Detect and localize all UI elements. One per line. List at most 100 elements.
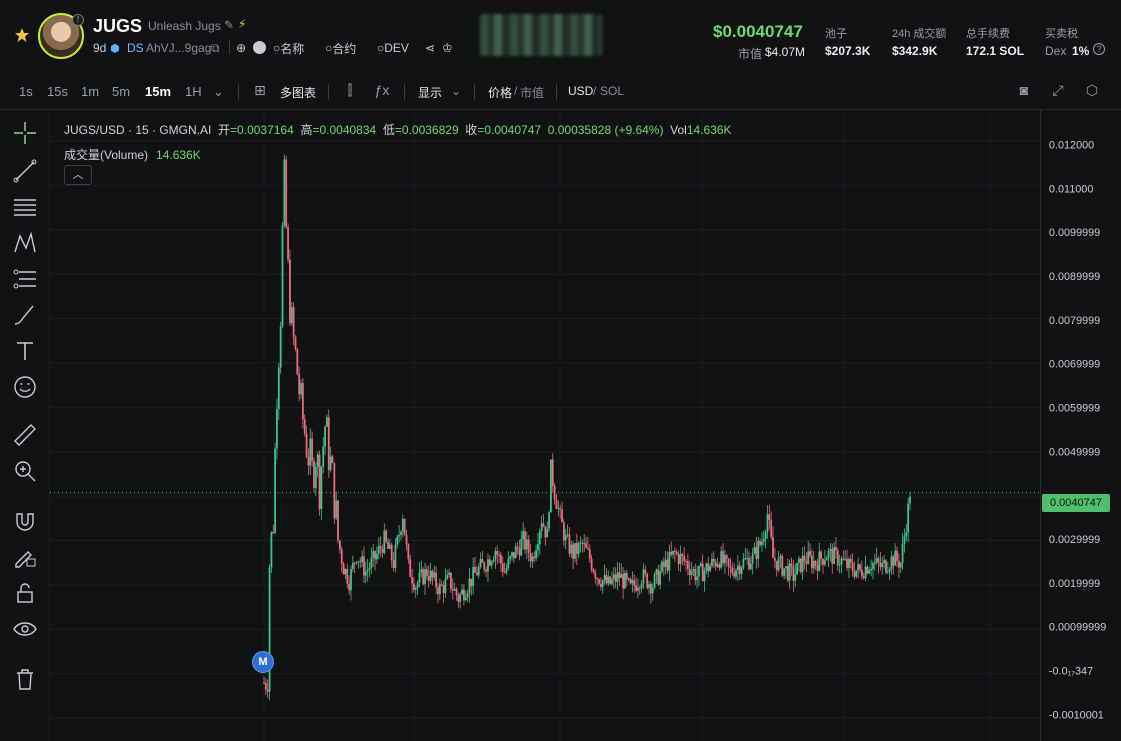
candle-body: [562, 522, 565, 541]
trend-line-icon[interactable]: [12, 158, 38, 184]
candle-body: [450, 572, 452, 590]
candle-body: [735, 570, 737, 577]
candle-body: [425, 569, 428, 577]
timeframe-15s[interactable]: 15s: [47, 84, 68, 99]
current-price-label: 0.0040747: [1042, 494, 1110, 512]
price-axis[interactable]: 0.012000 0.011000 0.0099999 0.0089999 0.0079…: [1040, 110, 1121, 741]
candle-body: [827, 550, 830, 558]
divider: [404, 84, 405, 100]
timeframe-dropdown-icon[interactable]: ⌄: [213, 84, 224, 100]
indicator-fx-icon[interactable]: ƒx: [372, 82, 392, 102]
candle-body: [531, 556, 534, 562]
candle-body: [542, 523, 545, 527]
candle-body: [722, 551, 724, 564]
crosshair-icon[interactable]: [12, 120, 38, 146]
ruler-icon[interactable]: [12, 422, 38, 448]
brush-icon[interactable]: [12, 302, 38, 328]
candle-body: [307, 456, 310, 466]
candle-body: [442, 585, 445, 593]
candlestick-chart[interactable]: [50, 110, 1040, 741]
candle-body: [727, 558, 730, 566]
search-contract-button[interactable]: ○ 合约: [325, 40, 356, 56]
candle-body: [311, 438, 314, 461]
candle-body: [905, 532, 908, 537]
collapse-legend-button[interactable]: ︿: [64, 165, 92, 185]
candle-body: [309, 438, 312, 466]
candle-body: [592, 569, 595, 573]
add-chart-icon[interactable]: ⊞: [250, 82, 270, 102]
candle-body: [448, 572, 451, 575]
candle-body: [438, 584, 441, 595]
timeframe-1s[interactable]: 1s: [19, 84, 33, 99]
timeframe-5m[interactable]: 5m: [112, 84, 130, 99]
share-icon[interactable]: ⋖: [425, 40, 435, 56]
candle-body: [707, 563, 710, 572]
candle-body: [481, 559, 484, 563]
settings-icon[interactable]: ⬡: [1082, 82, 1102, 102]
magnet-icon[interactable]: [12, 508, 38, 534]
divider: [328, 84, 329, 100]
candle-body: [387, 541, 389, 549]
edit-icon[interactable]: ✎: [224, 18, 234, 32]
candle-body: [620, 574, 623, 579]
globe-icon[interactable]: ⊕: [236, 40, 246, 56]
text-icon[interactable]: [12, 338, 38, 364]
candle-body: [409, 559, 412, 578]
display-dropdown[interactable]: 显示: [418, 84, 442, 101]
migration-marker[interactable]: M: [252, 651, 274, 673]
candle-body: [538, 531, 541, 545]
candle-body: [279, 326, 282, 368]
timeframe-1m[interactable]: 1m: [81, 84, 99, 99]
candle-body: [786, 566, 789, 581]
timeframe-1h[interactable]: 1H: [185, 84, 202, 99]
fullscreen-icon[interactable]: ⤢: [1048, 82, 1068, 102]
pattern-icon[interactable]: [12, 230, 38, 256]
search-dev-button[interactable]: ○ DEV: [377, 40, 409, 56]
candle-body: [289, 259, 291, 324]
contract-address[interactable]: AhVJ...9gag: [146, 40, 211, 56]
info-icon[interactable]: !: [72, 14, 84, 26]
crown-icon[interactable]: ♔: [442, 40, 453, 56]
candle-body: [759, 541, 761, 545]
candle-body: [292, 306, 295, 337]
candle-body: [394, 544, 397, 568]
candle-body: [842, 558, 845, 560]
candle-body: [899, 562, 902, 568]
candle-body: [749, 563, 752, 570]
candle-body: [431, 570, 434, 578]
camera-icon[interactable]: ◙: [1014, 82, 1034, 102]
horizontal-lines-icon[interactable]: [12, 194, 38, 220]
candle-body: [490, 561, 493, 566]
star-icon[interactable]: [14, 27, 30, 43]
lock-drawing-icon[interactable]: [12, 544, 38, 570]
candle-type-icon[interactable]: ⫿: [340, 82, 360, 102]
timeframe-15m[interactable]: 15m: [145, 84, 171, 99]
candle-body: [427, 576, 430, 581]
candle-body: [757, 541, 760, 560]
price-tick: 0.0059999: [1049, 402, 1100, 414]
search-name-button[interactable]: ○ 名称: [273, 40, 304, 56]
candle-body: [890, 556, 893, 569]
menu-circle-icon[interactable]: [253, 41, 266, 54]
multi-chart-button[interactable]: 多图表: [280, 84, 316, 101]
display-chevron-icon[interactable]: ⌄: [451, 84, 461, 98]
zoom-icon[interactable]: [12, 458, 38, 484]
sol-toggle[interactable]: SOL: [600, 84, 624, 98]
fib-icon[interactable]: [12, 266, 38, 292]
candle-body: [653, 574, 656, 588]
usd-toggle[interactable]: USD: [568, 84, 593, 98]
candle-body: [512, 552, 515, 559]
emoji-icon[interactable]: [12, 374, 38, 400]
price-tick: -0.0₁₇347: [1049, 666, 1093, 678]
candle-body: [466, 593, 469, 598]
help-icon[interactable]: ?: [1093, 43, 1105, 55]
ds-label: DS: [127, 41, 144, 55]
unlock-icon[interactable]: [12, 580, 38, 606]
copy-icon[interactable]: ⧉: [211, 40, 220, 56]
trash-icon[interactable]: [12, 666, 38, 692]
mcap-toggle[interactable]: 市值: [520, 84, 544, 101]
candle-body: [514, 546, 517, 559]
price-toggle[interactable]: 价格: [488, 84, 512, 101]
eye-icon[interactable]: [12, 616, 38, 642]
candle-body: [461, 589, 463, 595]
